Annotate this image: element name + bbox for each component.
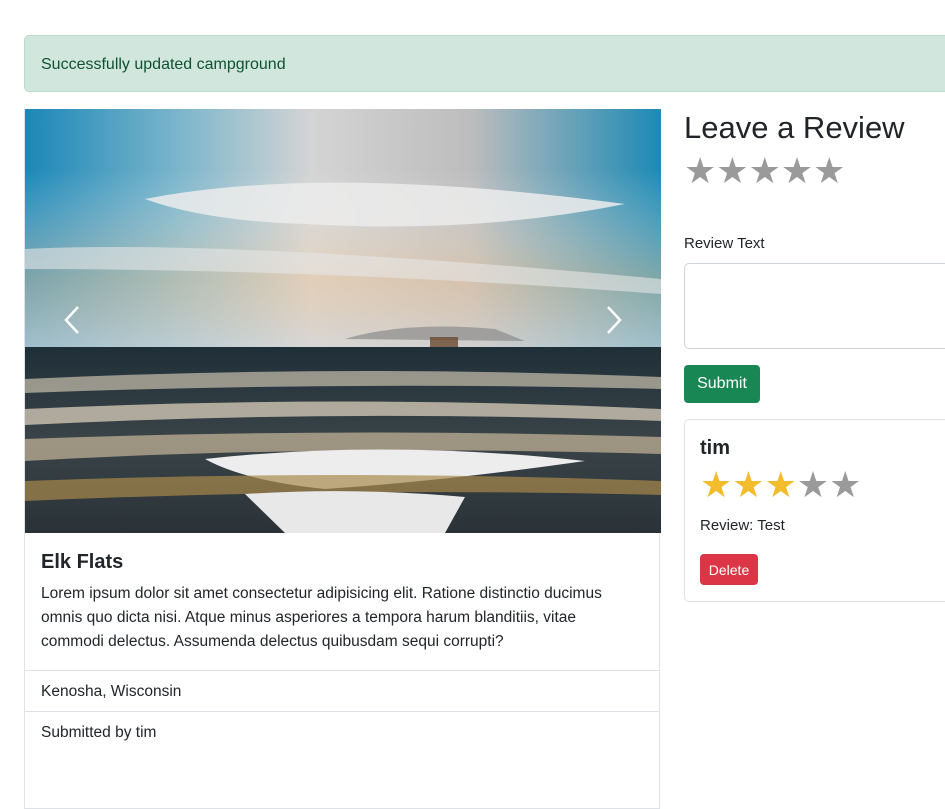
review-form-heading: Leave a Review (684, 110, 905, 145)
delete-review-button[interactable]: Delete (700, 554, 758, 585)
star-empty-icon: ★ (796, 464, 830, 505)
carousel-prev-button[interactable] (58, 305, 88, 335)
rating-input: ★ ★ ★ ★ ★ (684, 153, 845, 189)
rating-star-1[interactable]: ★ (684, 153, 716, 189)
star-empty-icon: ★ (829, 464, 862, 505)
rating-star-3[interactable]: ★ (749, 153, 781, 189)
star-filled-icon: ★ (732, 464, 765, 505)
flash-success-alert: Successfully updated campground (24, 35, 945, 92)
campground-title: Elk Flats (41, 551, 124, 573)
rating-star-5[interactable]: ★ (813, 153, 845, 189)
campground-card: Elk Flats Lorem ipsum dolor sit amet con… (24, 109, 661, 809)
rating-star-4[interactable]: ★ (781, 153, 813, 189)
image-carousel (25, 109, 661, 533)
review-body: Review: Test (700, 517, 785, 534)
submit-review-button[interactable]: Submit (684, 365, 760, 403)
carousel-next-button[interactable] (598, 305, 628, 335)
campground-description: Lorem ipsum dolor sit amet consectetur a… (41, 585, 602, 650)
review-text-label: Review Text (684, 235, 765, 252)
star-filled-icon: ★ (700, 464, 733, 505)
review-rating: ★ ★ ★ ★ ★ (700, 464, 862, 505)
star-filled-icon: ★ (764, 464, 797, 505)
campground-photo (25, 109, 661, 533)
review-author: tim (700, 437, 730, 459)
campground-author: Submitted by tim (25, 711, 659, 752)
rating-star-2[interactable]: ★ (716, 153, 748, 189)
chevron-left-icon (64, 306, 79, 334)
review-text-input[interactable] (684, 263, 945, 349)
campground-location: Kenosha, Wisconsin (25, 670, 659, 711)
chevron-right-icon (607, 306, 622, 334)
